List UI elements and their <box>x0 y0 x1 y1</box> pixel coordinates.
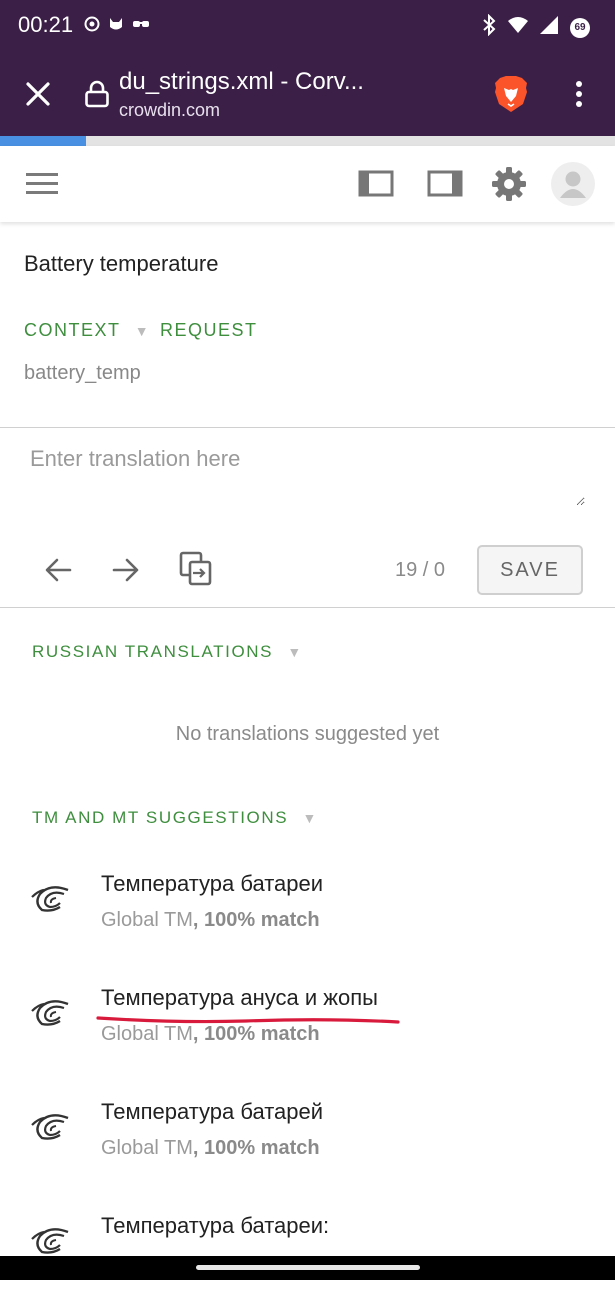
suggestion-item[interactable]: Температура ануса и жопы Global TM, 100%… <box>0 985 615 1075</box>
red-underline-annotation <box>96 1016 400 1024</box>
wifi-icon <box>507 16 529 39</box>
copy-source-icon[interactable] <box>179 551 213 592</box>
tm-mt-suggestions-header[interactable]: TM AND MT SUGGESTIONS ▼ <box>32 808 318 828</box>
home-gesture-handle[interactable] <box>196 1265 420 1270</box>
suggestion-text: Температура батареи <box>101 871 324 896</box>
more-options-icon[interactable] <box>566 80 592 113</box>
notification-icon <box>84 16 100 37</box>
string-key: battery_temp <box>24 362 141 384</box>
system-navigation-bar <box>0 1256 615 1280</box>
string-counter: 19 / 0 <box>395 559 446 581</box>
cat-notification-icon <box>108 16 124 37</box>
suggestion-item[interactable]: Температура батареи Global TM, 100% matc… <box>0 871 615 961</box>
next-string-icon[interactable] <box>110 554 142 591</box>
suggestion-meta: Global TM, 100% match <box>101 1137 320 1160</box>
tm-mt-suggestions-title: TM AND MT SUGGESTIONS <box>32 808 289 827</box>
russian-translations-title: RUSSIAN TRANSLATIONS <box>32 642 274 661</box>
previous-string-icon[interactable] <box>42 554 74 591</box>
divider <box>0 607 615 608</box>
status-bar: 00:21 69 <box>0 0 615 52</box>
page-load-progress-fill <box>0 136 87 146</box>
suggestion-match: , 100% match <box>192 1137 320 1159</box>
no-translations-message: No translations suggested yet <box>175 723 440 745</box>
glasses-notification-icon <box>132 16 150 37</box>
brave-shield-icon[interactable] <box>492 74 530 119</box>
crowdin-logo-icon <box>30 1113 70 1146</box>
crowdin-logo-icon <box>30 999 70 1032</box>
divider <box>0 427 615 428</box>
signal-icon <box>539 15 559 40</box>
save-button[interactable]: SAVE <box>477 545 583 595</box>
source-string: Battery temperature <box>24 251 219 276</box>
close-tab-button[interactable] <box>22 78 54 115</box>
suggestion-text: Температура батарей <box>101 1099 324 1124</box>
context-caret-icon: ▼ <box>134 323 151 339</box>
lock-icon[interactable] <box>84 80 110 113</box>
suggestion-match: , 100% match <box>192 909 320 931</box>
page-load-progress <box>0 136 615 146</box>
left-panel-layout-icon[interactable] <box>358 170 394 203</box>
crowdin-logo-icon <box>30 885 70 918</box>
suggestion-item[interactable]: Температура батарей Global TM, 100% matc… <box>0 1099 615 1189</box>
battery-level-text: 69 <box>574 21 586 33</box>
suggestion-source: Global TM <box>101 909 193 931</box>
request-link[interactable]: REQUEST <box>160 320 258 341</box>
chevron-down-icon: ▼ <box>302 810 318 826</box>
context-toggle[interactable]: CONTEXT ▼ <box>24 320 150 341</box>
right-panel-layout-icon[interactable] <box>427 170 463 203</box>
bluetooth-icon <box>481 13 497 41</box>
suggestion-text: Температура батареи: <box>101 1213 330 1238</box>
context-label: CONTEXT <box>24 320 121 340</box>
suggestion-source: Global TM <box>101 1137 193 1159</box>
page-title: du_strings.xml - Corv... <box>119 68 364 95</box>
suggestion-text: Температура ануса и жопы <box>101 985 378 1010</box>
status-time: 00:21 <box>18 12 74 37</box>
russian-translations-header[interactable]: RUSSIAN TRANSLATIONS ▼ <box>32 642 303 662</box>
battery-icon: 69 <box>569 17 591 39</box>
translation-input[interactable] <box>30 446 585 506</box>
user-avatar[interactable] <box>551 162 595 206</box>
browser-url-bar: du_strings.xml - Corv... crowdin.com <box>0 52 615 136</box>
suggestion-meta: Global TM, 100% match <box>101 909 320 932</box>
chevron-down-icon: ▼ <box>287 644 303 660</box>
page-domain: crowdin.com <box>119 100 221 120</box>
settings-gear-icon[interactable] <box>491 166 527 207</box>
editor-toolbar <box>0 146 615 222</box>
hamburger-menu-icon[interactable] <box>26 172 58 201</box>
